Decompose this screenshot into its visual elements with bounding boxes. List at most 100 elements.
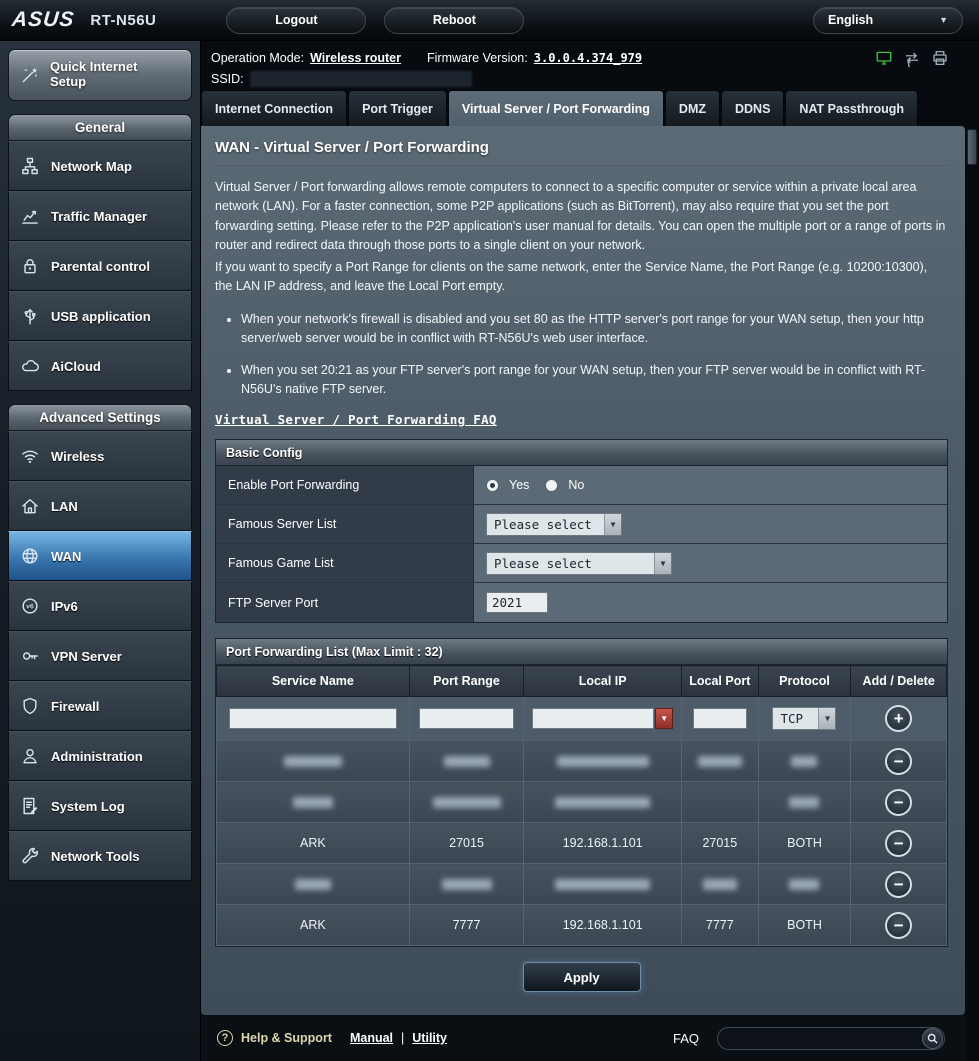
utility-link[interactable]: Utility — [412, 1031, 447, 1045]
redacted-value — [697, 756, 742, 768]
column-local-port: Local Port — [681, 665, 759, 698]
tab-ddns[interactable]: DDNS — [721, 90, 785, 126]
port-range-input[interactable] — [418, 708, 515, 730]
sidebar-item-vpn-server[interactable]: VPN Server — [8, 631, 192, 681]
printer-icon[interactable] — [931, 49, 949, 67]
info-bar: Operation Mode: Wireless router Firmware… — [201, 41, 965, 89]
no-label: No — [568, 478, 585, 493]
protocol-select[interactable]: TCP ▼ — [772, 707, 837, 731]
local-port-input[interactable] — [692, 708, 747, 730]
redacted-value — [294, 879, 331, 891]
redacted-value — [789, 879, 820, 891]
basic-config-table: Basic Config Enable Port Forwarding Yes … — [215, 439, 948, 624]
ssid-redacted-value[interactable] — [249, 70, 472, 87]
operation-mode-link[interactable]: Wireless router — [310, 51, 401, 65]
tab-port-trigger[interactable]: Port Trigger — [348, 90, 447, 126]
tab-dmz[interactable]: DMZ — [664, 90, 720, 126]
tab-nat-passthrough[interactable]: NAT Passthrough — [785, 90, 919, 126]
sidebar-item-lan[interactable]: LAN — [8, 481, 192, 531]
ftp-port-input[interactable] — [486, 592, 548, 614]
ssid-label: SSID: — [211, 71, 244, 86]
cell-local-port: 27015 — [681, 822, 759, 865]
famous-server-select[interactable]: Please select ▼ — [486, 512, 622, 536]
reboot-button[interactable]: Reboot — [384, 6, 525, 34]
logout-button[interactable]: Logout — [226, 6, 367, 34]
footer: ? Help & Support Manual | Utility FAQ — [201, 1015, 965, 1061]
cell-service-name — [216, 863, 410, 906]
delete-row-button[interactable]: − — [885, 747, 913, 775]
port-forwarding-faq-link[interactable]: Virtual Server / Port Forwarding FAQ — [215, 412, 497, 427]
column-header-row: Service Name Port Range Local IP Local P… — [216, 665, 947, 698]
famous-game-select[interactable]: Please select ▼ — [486, 551, 672, 575]
network-map-icon — [19, 156, 41, 176]
faq-label: FAQ — [672, 1030, 699, 1046]
redacted-value — [441, 879, 492, 891]
asus-logo: ASUS — [10, 8, 76, 31]
section-header-advanced-settings: Advanced Settings — [8, 404, 192, 431]
sidebar-item-wireless[interactable]: Wireless — [8, 431, 192, 481]
service-name-input[interactable] — [228, 708, 398, 730]
cell-port-range: 7777 — [408, 904, 525, 947]
protocol-selected-value: TCP — [780, 711, 804, 727]
column-protocol: Protocol — [757, 665, 852, 698]
enable-no-radio[interactable] — [545, 478, 559, 492]
sidebar-item-label: Network Tools — [51, 848, 140, 864]
house-icon — [19, 496, 41, 516]
tab-internet-connection[interactable]: Internet Connection — [201, 90, 348, 126]
search-button[interactable] — [922, 1027, 943, 1049]
add-row-button[interactable]: + — [885, 705, 913, 733]
cell-add-delete: − — [850, 863, 947, 906]
sidebar-item-label: Administration — [51, 748, 143, 764]
delete-row-button[interactable]: − — [885, 788, 913, 816]
local-ip-dropdown-button[interactable]: ▼ — [655, 708, 674, 730]
table-row: ARK 27015 192.168.1.101 27015 BOTH − — [216, 822, 947, 865]
redacted-value — [556, 756, 649, 768]
sidebar-item-wan[interactable]: WAN — [8, 531, 192, 581]
sidebar-item-parental-control[interactable]: Parental control — [8, 241, 192, 291]
local-ip-input[interactable] — [532, 708, 655, 730]
redacted-value — [702, 879, 737, 891]
chevron-down-icon: ▼ — [604, 513, 621, 535]
sidebar-item-traffic-manager[interactable]: Traffic Manager — [8, 191, 192, 241]
switch-icon[interactable] — [903, 49, 921, 67]
log-icon — [19, 796, 41, 816]
lan-status-icon[interactable] — [875, 49, 893, 67]
sidebar-item-network-tools[interactable]: Network Tools — [8, 831, 192, 881]
firmware-label: Firmware Version: — [427, 50, 528, 65]
delete-row-button[interactable]: − — [885, 829, 913, 857]
quick-internet-setup-button[interactable]: Quick Internet Setup — [8, 49, 192, 101]
cell-protocol — [757, 740, 852, 783]
manual-link[interactable]: Manual — [350, 1031, 393, 1045]
sidebar-item-aicloud[interactable]: AiCloud — [8, 341, 192, 391]
traffic-chart-icon — [19, 206, 41, 226]
delete-row-button[interactable]: − — [885, 870, 913, 898]
firmware-version-link[interactable]: 3.0.0.4.374_979 — [534, 51, 642, 65]
apply-button[interactable]: Apply — [522, 962, 641, 993]
enable-yes-radio[interactable] — [486, 478, 499, 492]
faq-search-input[interactable] — [718, 1031, 922, 1045]
enable-port-forwarding-label: Enable Port Forwarding — [216, 466, 474, 505]
chevron-down-icon: ▼ — [939, 15, 948, 25]
table-row: − — [216, 740, 947, 783]
sidebar-item-administration[interactable]: Administration — [8, 731, 192, 781]
sidebar-item-firewall[interactable]: Firewall — [8, 681, 192, 731]
column-port-range: Port Range — [408, 665, 525, 698]
sidebar-item-system-log[interactable]: System Log — [8, 781, 192, 831]
yes-label: Yes — [509, 478, 530, 493]
redacted-value — [443, 756, 490, 768]
column-local-ip: Local IP — [523, 665, 682, 698]
sidebar-item-label: VPN Server — [51, 648, 122, 664]
famous-game-selected-value: Please select — [494, 555, 592, 571]
sidebar-item-network-map[interactable]: Network Map — [8, 141, 192, 191]
sidebar-item-ipv6[interactable]: v6 IPv6 — [8, 581, 192, 631]
router-model: RT-N56U — [90, 11, 157, 29]
scrollbar-thumb[interactable] — [967, 129, 977, 165]
language-selector[interactable]: English ▼ — [813, 6, 963, 34]
delete-row-button[interactable]: − — [885, 911, 913, 939]
magic-wand-icon — [19, 65, 41, 85]
table-row: ARK 7777 192.168.1.101 7777 BOTH − — [216, 904, 947, 947]
section-header-general: General — [8, 114, 192, 141]
help-support-link[interactable]: Help & Support — [241, 1031, 332, 1045]
tab-virtual-server-port-forwarding[interactable]: Virtual Server / Port Forwarding — [447, 90, 664, 126]
sidebar-item-usb-application[interactable]: USB application — [8, 291, 192, 341]
